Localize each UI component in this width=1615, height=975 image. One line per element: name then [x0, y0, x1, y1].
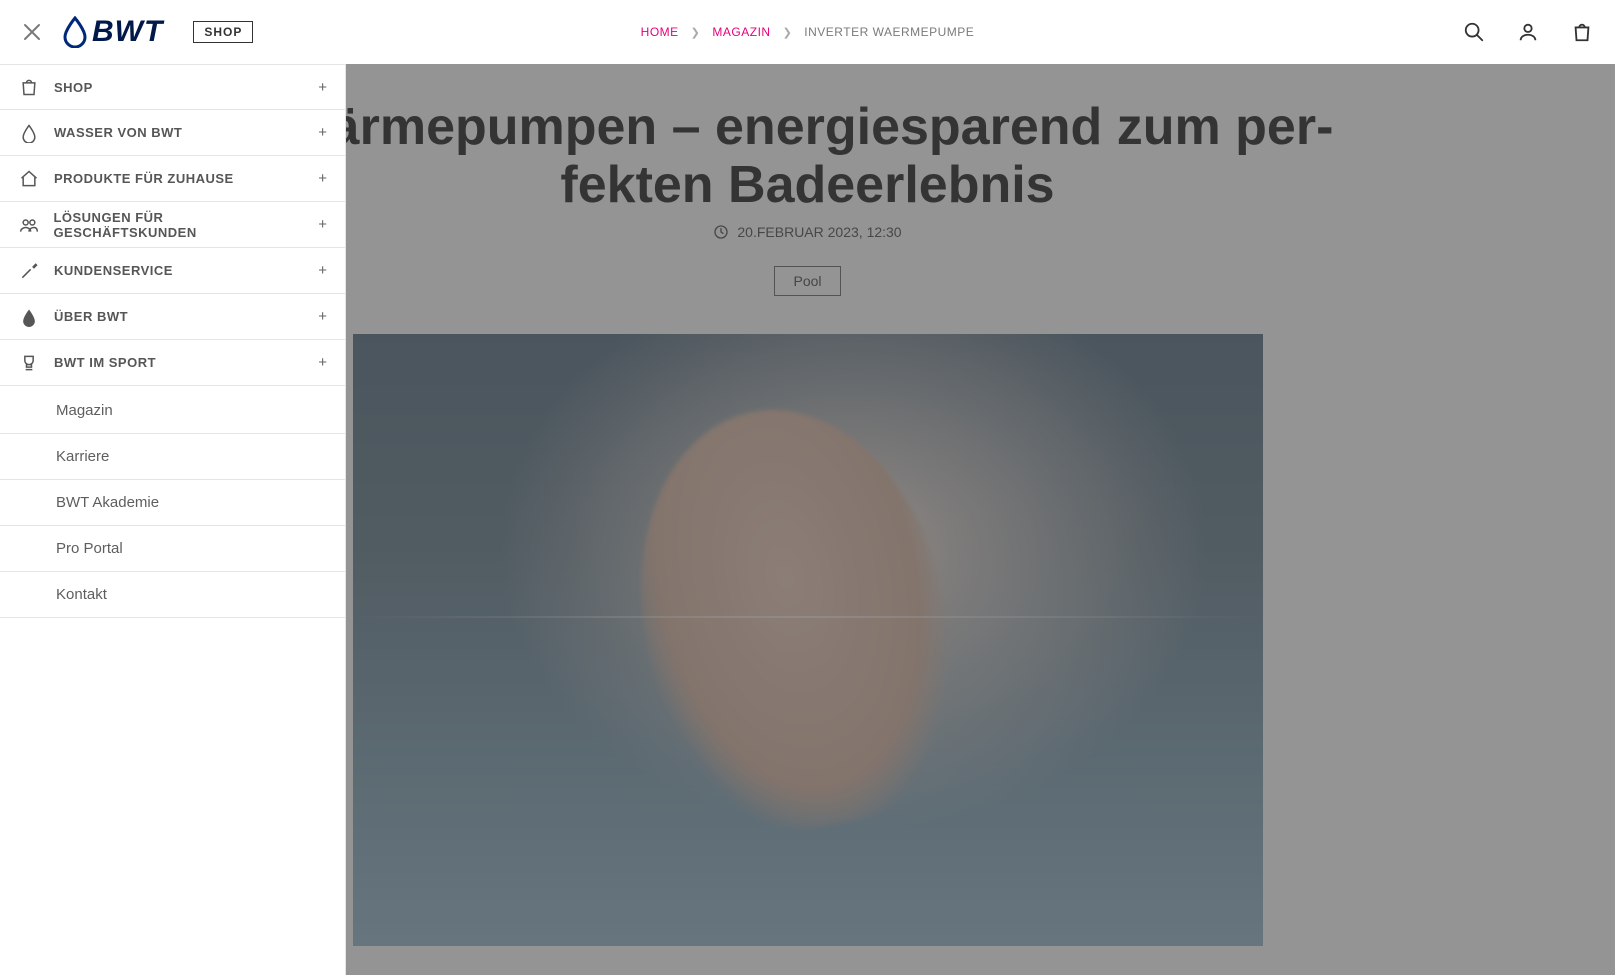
expand-icon: + [318, 124, 327, 141]
sidebar-item-label: PRODUKTE FÜR ZUHAUSE [54, 171, 234, 186]
home-icon [18, 169, 40, 189]
breadcrumb-home[interactable]: HOME [641, 25, 679, 39]
breadcrumb-current: INVERTER WAERMEPUMPE [804, 25, 974, 39]
sidebar-secondary-magazin[interactable]: Magazin [0, 388, 345, 434]
bag-icon [1571, 21, 1593, 43]
sidebar-secondary-akademie[interactable]: BWT Akademie [0, 480, 345, 526]
logo-text: BWT [92, 15, 163, 49]
bwt-drop-icon [62, 16, 88, 48]
search-button[interactable] [1461, 19, 1487, 45]
sidebar-item-label: ÜBER BWT [54, 309, 128, 324]
expand-icon: + [318, 170, 327, 187]
drop-icon [18, 123, 40, 143]
header-right [1461, 19, 1595, 45]
sidebar-secondary-kontakt[interactable]: Kontakt [0, 572, 345, 618]
sidebar-secondary-karriere[interactable]: Karriere [0, 434, 345, 480]
sidebar-item-kundenservice[interactable]: KUNDENSERVICE + [0, 248, 345, 294]
expand-icon: + [318, 354, 327, 371]
trophy-icon [18, 353, 40, 373]
bag-icon [18, 77, 40, 97]
menu-close-button[interactable] [20, 20, 44, 44]
close-icon [23, 23, 41, 41]
sidebar-secondary-proportal[interactable]: Pro Portal [0, 526, 345, 572]
expand-icon: + [318, 79, 327, 96]
tools-icon [18, 261, 40, 281]
sidebar-item-wasser[interactable]: WASSER VON BWT + [0, 110, 345, 156]
brand-logo[interactable]: BWT [62, 15, 163, 49]
breadcrumb: HOME ❯ MAGAZIN ❯ INVERTER WAERMEPUMPE [641, 25, 975, 39]
sidebar-item-ueber[interactable]: ÜBER BWT + [0, 294, 345, 340]
expand-icon: + [318, 308, 327, 325]
account-button[interactable] [1515, 19, 1541, 45]
breadcrumb-magazin[interactable]: MAGAZIN [712, 25, 770, 39]
expand-icon: + [318, 262, 327, 279]
user-icon [1517, 21, 1539, 43]
sidebar-item-label: WASSER VON BWT [54, 125, 182, 140]
chevron-right-icon: ❯ [783, 26, 793, 39]
sidebar-item-label: BWT IM SPORT [54, 355, 156, 370]
chevron-right-icon: ❯ [691, 26, 701, 39]
people-icon [18, 215, 39, 235]
cart-button[interactable] [1569, 19, 1595, 45]
sidebar-item-loesungen[interactable]: LÖSUNGEN FÜR GESCHÄFTSKUNDEN + [0, 202, 345, 248]
sidebar-item-produkte[interactable]: PRODUKTE FÜR ZUHAUSE + [0, 156, 345, 202]
sidebar-nav: SHOP + WASSER VON BWT + PRODUKTE FÜR ZUH… [0, 64, 346, 975]
header-left: BWT SHOP [20, 15, 253, 49]
sidebar-item-label: KUNDENSERVICE [54, 263, 173, 278]
site-header: BWT SHOP HOME ❯ MAGAZIN ❯ INVERTER WAERM… [0, 0, 1615, 64]
sidebar-item-label: SHOP [54, 80, 93, 95]
sidebar-item-label: LÖSUNGEN FÜR GESCHÄFTSKUNDEN [53, 210, 304, 240]
search-icon [1463, 21, 1485, 43]
bwt-drop-icon [18, 307, 40, 327]
content-area: Wärmepumpen – energiesparend zum per- fe… [0, 64, 1615, 975]
expand-icon: + [318, 216, 327, 233]
shop-pill[interactable]: SHOP [193, 21, 253, 43]
sidebar-item-sport[interactable]: BWT IM SPORT + [0, 340, 345, 386]
sidebar-item-shop[interactable]: SHOP + [0, 64, 345, 110]
